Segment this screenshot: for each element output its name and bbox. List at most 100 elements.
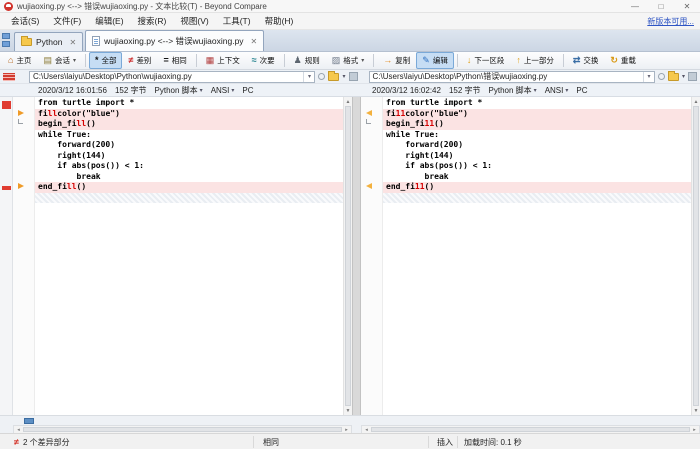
code-line[interactable]: forward(200)	[35, 140, 343, 151]
new-version-link[interactable]: 新版本可用...	[647, 16, 694, 27]
chevron-down-icon[interactable]: ▾	[342, 73, 345, 80]
chevron-down-icon[interactable]: ▾	[200, 87, 203, 94]
toolbar-button-show-all[interactable]: *全部	[89, 52, 123, 69]
tab-close-icon[interactable]: ✕	[248, 37, 258, 46]
scroll-right-icon[interactable]: ▸	[690, 426, 699, 433]
code-line[interactable]: from turtle import *	[383, 98, 691, 109]
code-line[interactable]: fillcolor("blue")	[35, 109, 343, 120]
scroll-right-icon[interactable]: ▸	[342, 426, 351, 433]
toolbar-button-edit[interactable]: ✎编辑	[416, 52, 454, 69]
scroll-left-icon[interactable]: ◂	[362, 426, 371, 433]
code-line[interactable]: begin_fill()	[35, 119, 343, 130]
scrollbar-thumb[interactable]	[693, 106, 699, 406]
chevron-down-icon[interactable]: ▾	[231, 87, 234, 94]
pane-menu-icon[interactable]	[3, 73, 15, 81]
right-path-text[interactable]: C:\Users\laiyu\Desktop\Python\错误wujiaoxi…	[370, 71, 643, 82]
code-line[interactable]: break	[35, 172, 343, 183]
tab-active[interactable]: wujiaoxing.py <--> 错误wujiaoxing.py✕	[85, 30, 264, 51]
scroll-down-icon[interactable]: ▼	[692, 406, 700, 415]
menu-item[interactable]: 帮助(H)	[258, 13, 301, 29]
refresh-icon[interactable]	[318, 73, 325, 80]
toolbar-button-session[interactable]: ▤会话▾	[37, 52, 82, 69]
right-code-editor[interactable]: from turtle import *fi11color("blue")beg…	[383, 97, 691, 415]
diff-overview-strip[interactable]	[0, 97, 13, 415]
copy-section-right-icon[interactable]	[18, 110, 24, 116]
menu-item[interactable]: 编辑(E)	[88, 13, 130, 29]
scrollbar-thumb[interactable]	[23, 427, 342, 432]
maximize-button[interactable]: □	[648, 0, 674, 13]
minimize-button[interactable]: —	[622, 0, 648, 13]
chevron-down-icon[interactable]: ▾	[682, 73, 685, 80]
scroll-up-icon[interactable]: ▲	[692, 97, 700, 106]
right-path-combo[interactable]: C:\Users\laiyu\Desktop\Python\错误wujiaoxi…	[369, 71, 655, 83]
left-code-editor[interactable]: from turtle import *fillcolor("blue")beg…	[35, 97, 343, 415]
diff-mark[interactable]	[2, 186, 11, 190]
save-icon[interactable]	[688, 72, 697, 81]
left-path-text[interactable]: C:\Users\laiyu\Desktop\Python\wujiaoxing…	[30, 72, 303, 81]
toolbar-button-context[interactable]: ▦上下文	[200, 52, 246, 69]
code-line[interactable]: right(144)	[383, 151, 691, 162]
tab[interactable]: Python✕	[14, 32, 83, 51]
right-format-select[interactable]: Python 脚本▾	[489, 85, 537, 96]
toolbar-button-reload[interactable]: ↻重载	[604, 52, 642, 69]
menu-item[interactable]: 工具(T)	[216, 13, 258, 29]
code-line[interactable]: break	[383, 172, 691, 183]
close-button[interactable]: ✕	[674, 0, 700, 13]
right-encoding-select[interactable]: ANSI▾	[545, 86, 569, 95]
format-icon: ▨	[332, 56, 341, 65]
pane-splitter[interactable]	[352, 97, 361, 415]
code-line[interactable]: end_fill()	[35, 182, 343, 193]
code-line[interactable]: right(144)	[35, 151, 343, 162]
left-format-select[interactable]: Python 脚本▾	[155, 85, 203, 96]
scrollbar-thumb[interactable]	[371, 427, 690, 432]
toolbar-button-copy[interactable]: →复制	[377, 52, 416, 69]
code-line[interactable]: forward(200)	[383, 140, 691, 151]
code-line[interactable]: from turtle import *	[35, 98, 343, 109]
toolbar-button-next-section[interactable]: ↓下一区段	[461, 52, 511, 69]
toolbar-button-swap[interactable]: ⇄交换	[567, 52, 605, 69]
tab-list-button[interactable]	[2, 33, 12, 49]
menu-item[interactable]: 搜索(R)	[131, 13, 174, 29]
code-line[interactable]: if abs(pos()) < 1:	[383, 161, 691, 172]
diff-mark[interactable]	[2, 101, 11, 109]
right-vertical-scrollbar[interactable]: ▲ ▼	[691, 97, 700, 415]
code-line[interactable]: end_fi11()	[383, 182, 691, 193]
toolbar-button-format[interactable]: ▨格式▾	[326, 52, 371, 69]
scroll-down-icon[interactable]: ▼	[344, 406, 352, 415]
toolbar-button-prev-section[interactable]: ↑上一部分	[510, 52, 560, 69]
chevron-down-icon[interactable]: ▾	[565, 87, 568, 94]
browse-folder-icon[interactable]	[668, 73, 679, 81]
pane-mode-icon[interactable]	[24, 418, 34, 424]
menu-item[interactable]: 会话(S)	[4, 13, 46, 29]
menu-item[interactable]: 视图(V)	[173, 13, 215, 29]
left-path-combo[interactable]: C:\Users\laiyu\Desktop\Python\wujiaoxing…	[29, 71, 315, 83]
refresh-icon[interactable]	[658, 73, 665, 80]
code-line[interactable]: if abs(pos()) < 1:	[35, 161, 343, 172]
toolbar-button-rules[interactable]: ♟规则	[288, 52, 326, 69]
scrollbar-thumb[interactable]	[345, 106, 351, 406]
chevron-down-icon[interactable]: ▾	[643, 72, 654, 82]
save-icon[interactable]	[349, 72, 358, 81]
code-line[interactable]: while True:	[383, 130, 691, 141]
chevron-down-icon[interactable]: ▾	[73, 57, 76, 64]
copy-section-left-icon[interactable]	[366, 110, 372, 116]
scroll-left-icon[interactable]: ◂	[14, 426, 23, 433]
toolbar-button-same[interactable]: =相同	[157, 52, 192, 69]
chevron-down-icon[interactable]: ▾	[303, 72, 314, 82]
chevron-down-icon[interactable]: ▾	[361, 57, 364, 64]
browse-folder-icon[interactable]	[328, 73, 339, 81]
tab-close-icon[interactable]: ✕	[66, 38, 76, 47]
menu-item[interactable]: 文件(F)	[46, 13, 88, 29]
left-encoding-select[interactable]: ANSI▾	[211, 86, 235, 95]
toolbar-button-minor[interactable]: ≈次要	[246, 52, 281, 69]
code-line[interactable]: while True:	[35, 130, 343, 141]
toolbar-button-home[interactable]: ⌂主页	[2, 52, 37, 69]
left-vertical-scrollbar[interactable]: ▲ ▼	[343, 97, 352, 415]
chevron-down-icon[interactable]: ▾	[534, 87, 537, 94]
code-line[interactable]: fi11color("blue")	[383, 109, 691, 120]
copy-section-right-icon[interactable]	[18, 183, 24, 189]
scroll-up-icon[interactable]: ▲	[344, 97, 352, 106]
code-line[interactable]: begin_fi11()	[383, 119, 691, 130]
copy-section-left-icon[interactable]	[366, 183, 372, 189]
toolbar-button-differences[interactable]: ≠差别	[122, 52, 157, 69]
